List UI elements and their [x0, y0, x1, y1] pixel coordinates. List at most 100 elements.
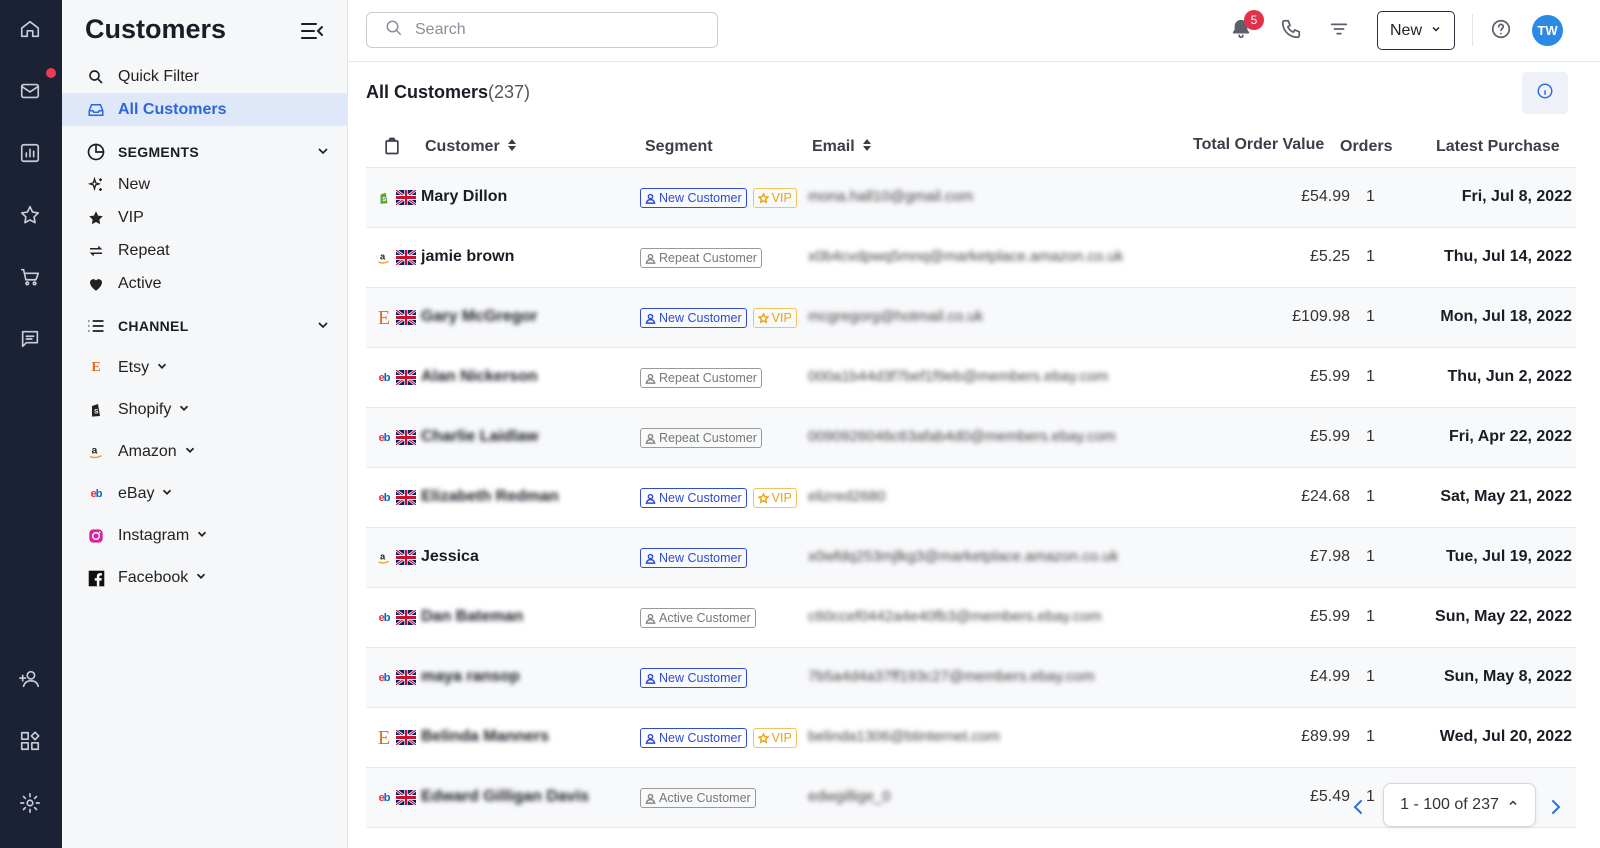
- sort-icon: [507, 138, 516, 156]
- table-row[interactable]: eb Elizabeth Redman New Customer VIP elizred…: [366, 468, 1576, 528]
- customer-name[interactable]: Mary Dillon: [421, 188, 507, 206]
- apps-icon[interactable]: [19, 730, 43, 754]
- sidebar-item-segment-active[interactable]: Active: [62, 267, 347, 300]
- star-icon[interactable]: [19, 204, 43, 228]
- analytics-icon[interactable]: [19, 142, 43, 166]
- search-box[interactable]: [366, 12, 718, 48]
- sidebar-item-channel-ebay[interactable]: eb eBay: [86, 484, 174, 504]
- sidebar-item-channel-etsy[interactable]: E Etsy: [86, 358, 169, 378]
- column-header-latest-purchase[interactable]: Latest Purchase: [1436, 138, 1560, 156]
- segments-section-header[interactable]: SEGMENTS: [86, 142, 331, 162]
- table-row[interactable]: E Belinda Manners New Customer VIP belinda13…: [366, 708, 1576, 768]
- customer-name[interactable]: Elizabeth Redman: [421, 488, 559, 506]
- segment-label: New Customer: [659, 311, 742, 325]
- sidebar-item-all-customers[interactable]: All Customers: [62, 93, 347, 126]
- search-icon: [86, 67, 106, 87]
- settings-icon[interactable]: [19, 792, 43, 816]
- facebook-icon: [86, 568, 106, 588]
- new-dropdown-button[interactable]: New: [1377, 11, 1455, 50]
- column-header-customer[interactable]: Customer: [425, 138, 516, 156]
- latest-purchase-date: Wed, Jul 20, 2022: [1439, 728, 1572, 745]
- customer-name[interactable]: Belinda Manners: [421, 728, 549, 746]
- search-input[interactable]: [415, 21, 695, 39]
- chat-icon[interactable]: [19, 328, 43, 352]
- channel-section-header[interactable]: CHANNEL: [86, 316, 331, 336]
- sidebar-item-segment-repeat[interactable]: Repeat: [62, 234, 347, 267]
- person-icon: [645, 553, 656, 564]
- sidebar-item-label: Shopify: [118, 401, 172, 418]
- segment-tags: Repeat Customer: [640, 368, 762, 388]
- help-icon[interactable]: [1490, 18, 1514, 42]
- chevron-down-icon: [195, 527, 209, 546]
- svg-text:S: S: [94, 408, 99, 415]
- select-all-bag-icon[interactable]: [382, 136, 402, 156]
- customer-name[interactable]: Jessica: [421, 548, 479, 566]
- customer-name[interactable]: jamie brown: [421, 248, 514, 266]
- order-count: 1: [1366, 668, 1375, 685]
- table-header: Customer Segment Email Total Order Value…: [366, 126, 1576, 168]
- info-button[interactable]: [1522, 72, 1568, 114]
- uk-flag-icon: [395, 608, 417, 627]
- customer-name[interactable]: maya ransop: [421, 668, 520, 686]
- app-rail: [0, 0, 62, 848]
- table-row[interactable]: eb Alan Nickerson Repeat Customer 000a1b44d…: [366, 348, 1576, 408]
- sidebar-item-label: Repeat: [118, 241, 170, 259]
- mail-icon[interactable]: [19, 80, 43, 104]
- table-row[interactable]: a jamie brown Repeat Customer x0b4cvdpwq5mn…: [366, 228, 1576, 288]
- table-row[interactable]: E Gary McGregor New Customer VIP mcgregorg@h…: [366, 288, 1576, 348]
- uk-flag-icon: [395, 788, 417, 807]
- customer-name[interactable]: Alan Nickerson: [421, 368, 537, 386]
- customer-name[interactable]: Gary McGregor: [421, 308, 537, 326]
- etsy-icon: E: [377, 726, 391, 749]
- person-icon: [645, 433, 656, 444]
- prev-page-icon[interactable]: [1350, 797, 1366, 817]
- customer-name[interactable]: Dan Bateman: [421, 608, 523, 626]
- phone-icon[interactable]: [1280, 18, 1304, 42]
- customer-name[interactable]: Edward Gilligan Davis: [421, 788, 589, 806]
- segment-tags: Repeat Customer: [640, 248, 762, 268]
- table-row[interactable]: eb Dan Bateman Active Customer c60ccef0442a…: [366, 588, 1576, 648]
- table-row[interactable]: eb maya ransop New Customer 7b5a4d4a37ff193…: [366, 648, 1576, 708]
- active-customer-tag: Active Customer: [640, 788, 756, 808]
- sidebar-item-label: Quick Filter: [118, 67, 199, 85]
- table-row[interactable]: S Mary Dillon New Customer VIP mona.hall10@g…: [366, 168, 1576, 228]
- latest-purchase-date: Fri, Apr 22, 2022: [1448, 428, 1572, 445]
- table-row[interactable]: a Jessica New Customer x0wfdq253mjlkg3@mark…: [366, 528, 1576, 588]
- collapse-menu-icon[interactable]: [300, 20, 324, 42]
- filter-icon[interactable]: [1328, 18, 1352, 42]
- sidebar-item-channel-amazon[interactable]: a Amazon: [86, 442, 197, 462]
- cart-icon[interactable]: [19, 266, 43, 290]
- segment-label: VIP: [771, 311, 792, 325]
- section-label: SEGMENTS: [118, 144, 199, 160]
- unread-dot: [46, 68, 56, 78]
- add-user-icon[interactable]: [19, 668, 43, 692]
- repeat-customer-tag: Repeat Customer: [640, 368, 762, 388]
- table-row[interactable]: eb Charlie Laidlaw Repeat Customer 00909260…: [366, 408, 1576, 468]
- customer-name[interactable]: Charlie Laidlaw: [421, 428, 538, 446]
- uk-flag-icon: [395, 728, 417, 747]
- divider: [1472, 14, 1473, 46]
- customer-email: belinda1306@btinternet.com: [808, 728, 1001, 745]
- chevron-down-icon: [183, 443, 197, 462]
- column-header-orders[interactable]: Orders: [1340, 138, 1392, 156]
- repeat-icon: [86, 241, 106, 261]
- ebay-icon: eb: [90, 488, 103, 500]
- sidebar-item-channel-instagram[interactable]: Instagram: [86, 526, 209, 546]
- sidebar-item-quick-filter[interactable]: Quick Filter: [62, 60, 347, 93]
- sidebar-item-channel-facebook[interactable]: Facebook: [86, 568, 208, 588]
- segment-tags: New Customer VIP: [640, 488, 797, 508]
- segment-label: Repeat Customer: [659, 431, 757, 445]
- next-page-icon[interactable]: [1548, 797, 1564, 817]
- column-header-total-order-value[interactable]: Total Order Value: [1193, 136, 1324, 154]
- column-header-email[interactable]: Email: [812, 138, 871, 156]
- shopify-icon: S: [376, 189, 392, 207]
- home-icon[interactable]: [19, 18, 43, 42]
- sidebar-item-segment-vip[interactable]: VIP: [62, 201, 347, 234]
- sidebar-item-segment-new[interactable]: New: [62, 168, 347, 201]
- user-avatar[interactable]: TW: [1532, 15, 1563, 46]
- pagination-selector[interactable]: 1 - 100 of 237: [1383, 783, 1536, 827]
- sidebar-item-channel-shopify[interactable]: S Shopify: [86, 400, 191, 420]
- svg-text:S: S: [382, 197, 386, 203]
- order-count: 1: [1366, 428, 1375, 445]
- segment-label: New Customer: [659, 671, 742, 685]
